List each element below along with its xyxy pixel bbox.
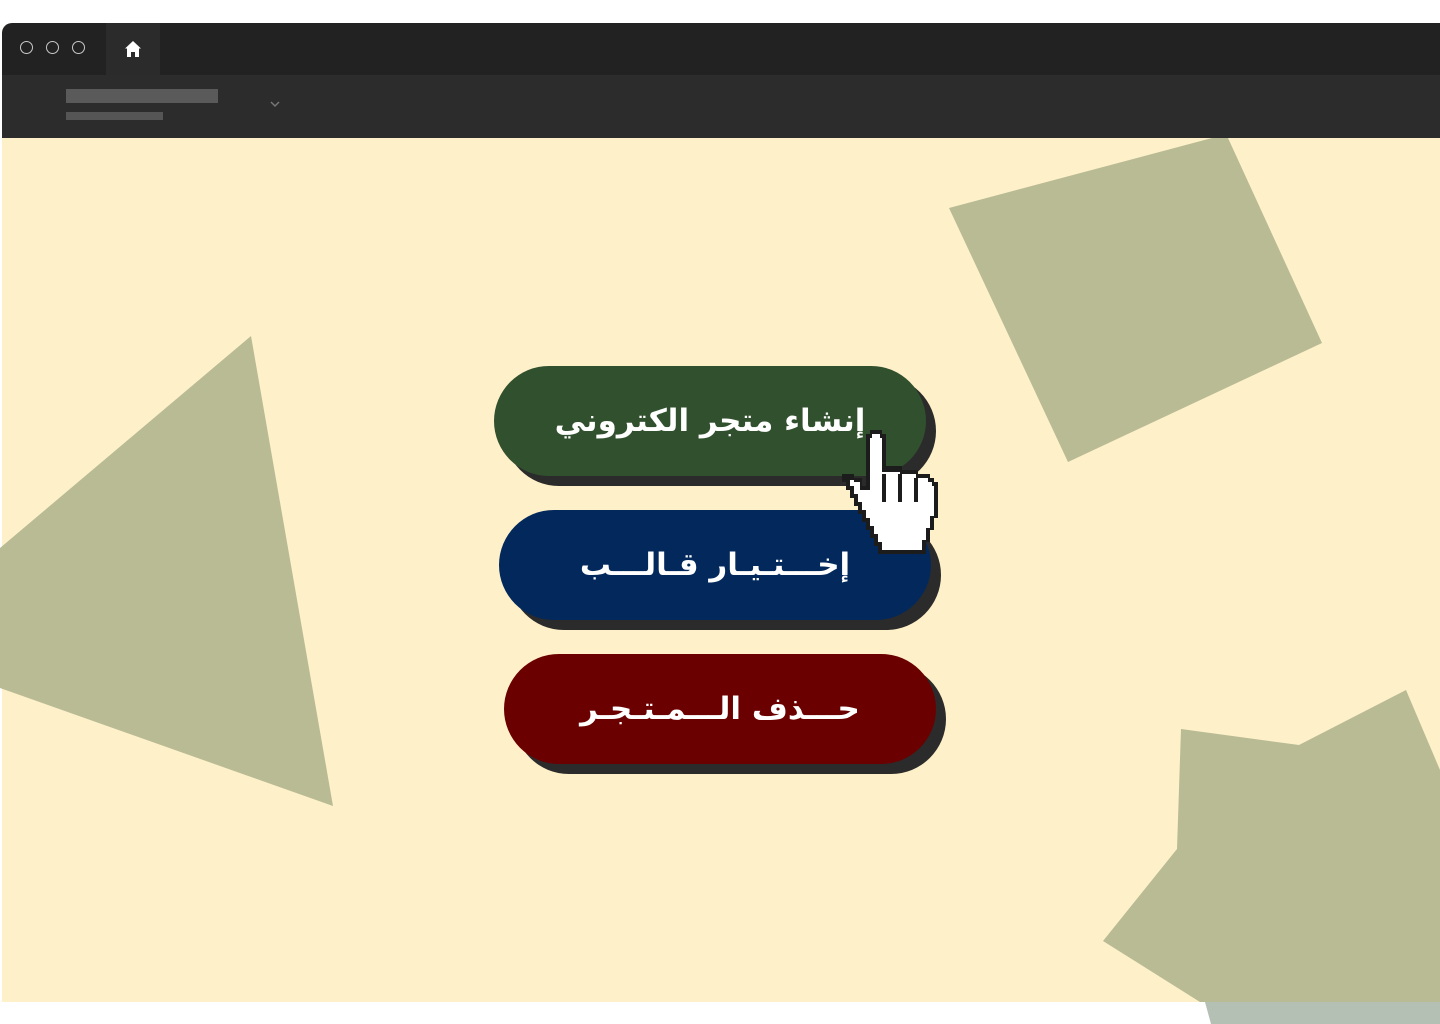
address-bar[interactable] [2,75,1440,138]
tab-home[interactable] [106,23,160,75]
address-placeholder-line [66,89,218,103]
minimize-window-button[interactable] [46,41,59,54]
decorative-pentagon-overflow [1205,1002,1440,1024]
delete-store-button[interactable]: حـــذف الـــمـتـجـر [504,654,936,764]
close-window-button[interactable] [20,41,33,54]
pointer-hand-icon [842,430,938,554]
home-icon [125,41,141,57]
address-placeholder-subline [66,112,163,120]
title-bar [2,23,1440,75]
chevron-down-icon[interactable] [268,97,282,111]
maximize-window-button[interactable] [72,41,85,54]
